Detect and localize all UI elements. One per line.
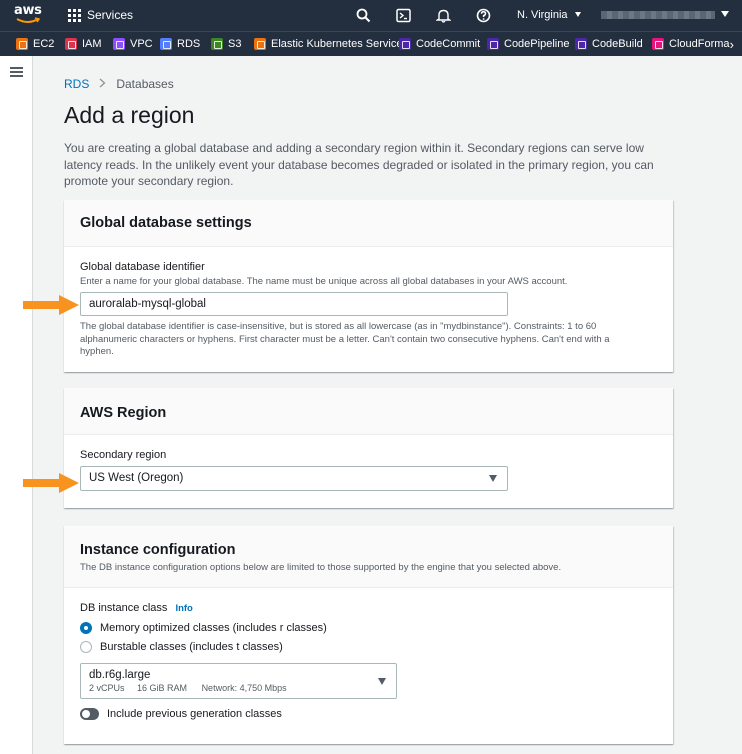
field-label: DB instance class [80, 602, 168, 614]
panel-header: AWS Region [64, 388, 673, 435]
top-navigation-bar: aws Services N. Virginia [0, 0, 742, 31]
chevron-right-icon [99, 77, 106, 91]
favorite-label: CloudForma [669, 38, 730, 50]
help-icon[interactable] [476, 8, 491, 23]
services-label: Services [87, 8, 134, 22]
favorite-label: EC2 [33, 38, 55, 50]
global-database-identifier-input[interactable]: auroralab-mysql-global [80, 292, 508, 316]
page-intro: You are creating a global database and a… [64, 141, 654, 188]
cloudshell-icon[interactable] [396, 8, 411, 23]
eks-icon [254, 38, 266, 50]
panel-heading: Instance configuration [80, 542, 236, 558]
codebuild-icon [575, 38, 587, 50]
panel-description: The DB instance configuration options be… [80, 562, 562, 573]
favorite-label: RDS [177, 38, 201, 50]
favorite-codecommit[interactable]: CodeCommit [399, 38, 480, 50]
instance-configuration-panel: Instance configuration The DB instance c… [64, 526, 673, 744]
favorite-codepipeline[interactable]: CodePipeline [487, 38, 569, 50]
radio-label: Burstable classes (includes t classes) [100, 641, 283, 653]
favorite-label: CodeCommit [416, 38, 481, 50]
aws-smile-icon [16, 17, 40, 23]
favorite-label: CodePipeline [504, 38, 570, 50]
favorite-iam[interactable]: IAM [65, 38, 102, 50]
breadcrumb-current[interactable]: Databases [116, 77, 173, 91]
hamburger-menu-icon[interactable] [10, 67, 23, 77]
panel-header: Instance configuration The DB instance c… [64, 526, 673, 588]
breadcrumb: RDS Databases [64, 77, 174, 91]
region-label: N. Virginia [517, 9, 568, 21]
s3-icon [211, 38, 223, 50]
favorite-eks[interactable]: Elastic Kubernetes Service [254, 38, 402, 50]
instance-specs: 2 vCPUs 16 GiB RAM Network: 4,750 Mbps [89, 683, 388, 693]
iam-icon [65, 38, 77, 50]
side-navigation-rail [0, 56, 33, 754]
account-menu-redacted[interactable] [601, 11, 715, 19]
field-hint: Enter a name for your global database. T… [80, 276, 568, 287]
db-instance-class-select[interactable]: db.r6g.large 2 vCPUs 16 GiB RAM Network:… [80, 663, 397, 699]
page-title: Add a region [64, 102, 195, 128]
ec2-icon [16, 38, 28, 50]
select-value: db.r6g.large [89, 669, 151, 681]
global-database-settings-panel: Global database settings Global database… [64, 200, 673, 372]
breadcrumb-link-rds[interactable]: RDS [64, 77, 89, 91]
radio-burstable[interactable]: Burstable classes (includes t classes) [80, 641, 657, 653]
panel-header: Global database settings [64, 200, 673, 247]
spec-network: Network: 4,750 Mbps [201, 683, 287, 693]
spec-vcpus: 2 vCPUs [89, 683, 125, 693]
search-icon[interactable] [356, 8, 371, 23]
favorite-vpc[interactable]: VPC [113, 38, 153, 50]
select-value: US West (Oregon) [89, 472, 184, 484]
account-chevron-down-icon [721, 11, 729, 17]
codepipeline-icon [487, 38, 499, 50]
services-menu-button[interactable]: Services [68, 8, 133, 22]
aws-region-panel: AWS Region Secondary region US West (Ore… [64, 388, 673, 508]
rds-icon [160, 38, 172, 50]
region-selector[interactable]: N. Virginia [517, 9, 581, 21]
spec-ram: 16 GiB RAM [137, 683, 188, 693]
favorite-cloudformation[interactable]: CloudForma [652, 38, 730, 50]
favorite-s3[interactable]: S3 [211, 38, 241, 50]
favorite-codebuild[interactable]: CodeBuild [575, 38, 643, 50]
callout-arrow-icon [23, 473, 79, 493]
grid-icon [68, 8, 81, 22]
aws-logo[interactable]: aws [14, 4, 42, 26]
callout-arrow-icon [23, 295, 79, 315]
caret-down-icon [489, 475, 497, 482]
favorite-label: IAM [82, 38, 102, 50]
favorite-ec2[interactable]: EC2 [16, 38, 54, 50]
field-label: Global database identifier [80, 261, 205, 273]
panel-heading: AWS Region [80, 405, 167, 421]
chevron-right-icon[interactable]: › [730, 37, 734, 52]
favorite-rds[interactable]: RDS [160, 38, 200, 50]
favorite-label: S3 [228, 38, 242, 50]
favorite-label: VPC [130, 38, 153, 50]
radio-button[interactable] [80, 641, 92, 653]
radio-memory-optimized[interactable]: Memory optimized classes (includes r cla… [80, 622, 657, 634]
notifications-bell-icon[interactable] [436, 8, 451, 23]
cloudformation-icon [652, 38, 664, 50]
radio-label: Memory optimized classes (includes r cla… [100, 622, 327, 634]
favorite-label: Elastic Kubernetes Service [271, 38, 403, 50]
caret-down-icon [378, 678, 386, 685]
include-previous-generation-toggle[interactable]: Include previous generation classes [80, 708, 657, 720]
info-link[interactable]: Info [175, 603, 192, 614]
codecommit-icon [399, 38, 411, 50]
field-constraint-text: The global database identifier is case-i… [80, 321, 610, 357]
favorites-bar: EC2 IAM VPC RDS S3 Elastic Kubernetes Se… [0, 31, 742, 56]
toggle-switch[interactable] [80, 708, 99, 720]
radio-button-selected[interactable] [80, 622, 92, 634]
panel-heading: Global database settings [80, 215, 252, 231]
vpc-icon [113, 38, 125, 50]
toggle-label: Include previous generation classes [107, 708, 282, 720]
chevron-down-icon [574, 12, 581, 17]
favorite-label: CodeBuild [592, 38, 643, 50]
secondary-region-select[interactable]: US West (Oregon) [80, 466, 508, 491]
field-label: Secondary region [80, 449, 167, 461]
